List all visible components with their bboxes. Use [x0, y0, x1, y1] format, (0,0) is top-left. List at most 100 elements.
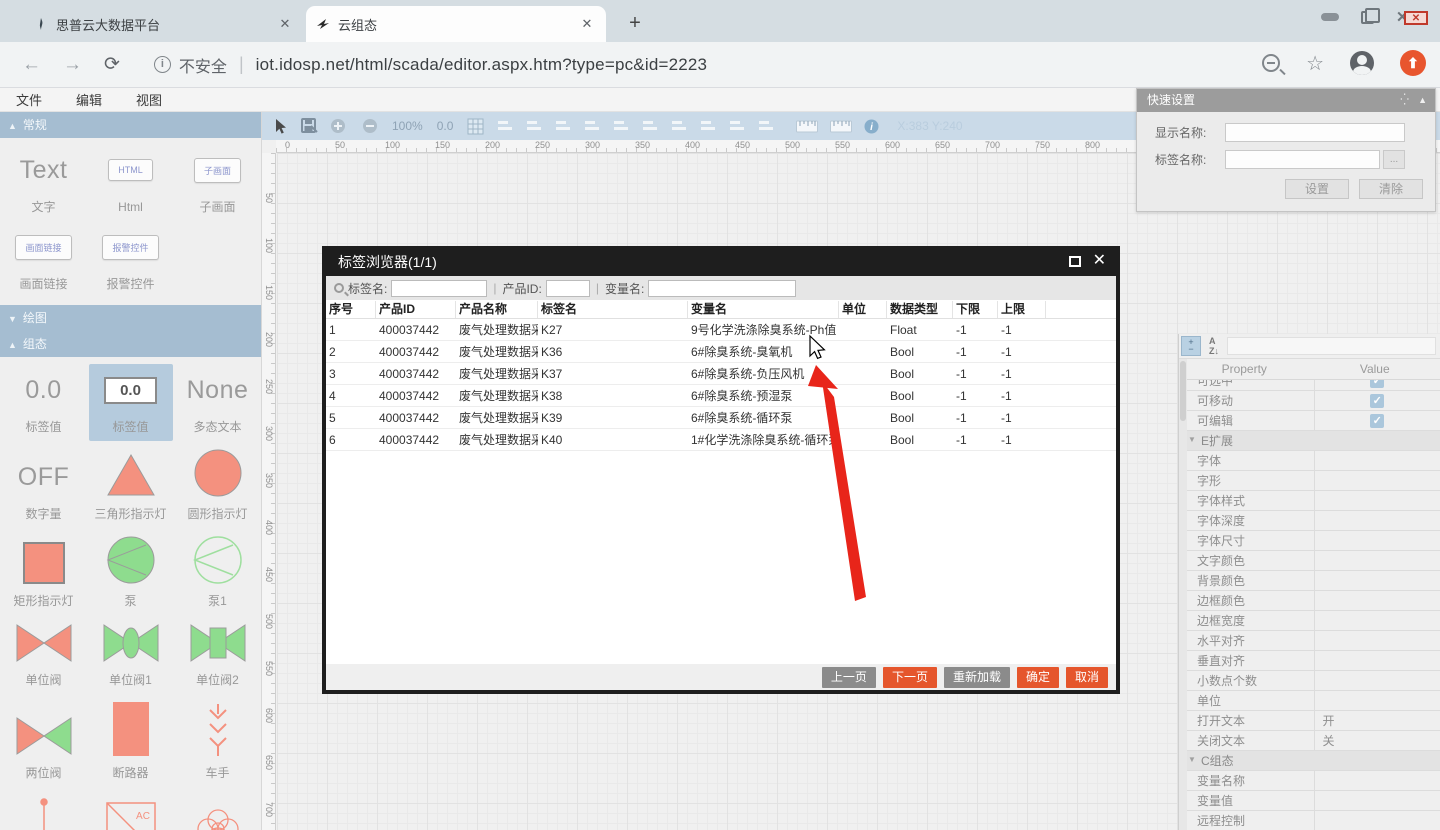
tag-name-input[interactable]: [391, 280, 487, 297]
palette-item-画面链接[interactable]: 画面链接画面链接: [2, 221, 86, 298]
table-row[interactable]: 1400037442废气处理数据采K279号化学洗涤除臭系统-Ph值Float-…: [326, 319, 1116, 341]
property-row-变量值[interactable]: 变量值: [1187, 791, 1440, 811]
zoom-out-icon[interactable]: [362, 118, 378, 134]
variable-name-input[interactable]: [648, 280, 796, 297]
tab-close-icon[interactable]: ✕: [276, 16, 294, 32]
property-row-可移动[interactable]: 可移动✓: [1187, 391, 1440, 411]
palette-item-圆形指示灯[interactable]: 圆形指示灯: [176, 443, 260, 528]
align-center-icon[interactable]: [584, 119, 600, 133]
property-value[interactable]: [1314, 611, 1440, 630]
palette-item-矩形指示灯[interactable]: 矩形指示灯: [2, 530, 86, 615]
checkbox-checked-icon[interactable]: ✓: [1370, 380, 1384, 388]
palette-item-报警控件[interactable]: 报警控件报警控件: [89, 221, 173, 298]
zoom-in-icon[interactable]: [330, 118, 346, 134]
property-value[interactable]: [1314, 551, 1440, 570]
property-row-单位[interactable]: 单位: [1187, 691, 1440, 711]
tag-name-input[interactable]: [1225, 150, 1380, 169]
page-info-icon[interactable]: i: [154, 56, 171, 73]
table-row[interactable]: 3400037442废气处理数据采K376#除臭系统-负压风机Bool-1-1: [326, 363, 1116, 385]
property-row-小数点个数[interactable]: 小数点个数: [1187, 671, 1440, 691]
property-value[interactable]: ✓: [1314, 411, 1440, 430]
dialog-button-下一页[interactable]: 下一页: [883, 667, 937, 688]
palette-item-断路器[interactable]: 断路器: [89, 696, 173, 787]
column-header[interactable]: 标签名: [538, 301, 688, 318]
property-row-可编辑[interactable]: 可编辑✓: [1187, 411, 1440, 431]
window-restore-button[interactable]: [1361, 11, 1374, 24]
new-tab-button[interactable]: +: [622, 10, 648, 36]
section-header-draw[interactable]: ▼绘图: [0, 305, 262, 331]
property-value[interactable]: [1314, 771, 1440, 790]
palette-item-泵1[interactable]: 泵1: [176, 530, 260, 615]
dock-icon[interactable]: ⁛: [1400, 89, 1408, 112]
table-row[interactable]: 6400037442废气处理数据采K401#化学洗涤除臭系统-循环泵Bool-1…: [326, 429, 1116, 451]
property-value[interactable]: 开: [1314, 711, 1440, 730]
column-header[interactable]: 序号: [326, 301, 376, 318]
checkbox-checked-icon[interactable]: ✓: [1370, 414, 1384, 428]
dialog-close-icon[interactable]: ✕: [1093, 254, 1106, 268]
column-header[interactable]: 产品ID: [376, 301, 456, 318]
checkbox-checked-icon[interactable]: ✓: [1370, 394, 1384, 408]
table-row[interactable]: 2400037442废气处理数据采K366#除臭系统-臭氧机Bool-1-1: [326, 341, 1116, 363]
dialog-button-确定[interactable]: 确定: [1017, 667, 1059, 688]
tab-dataplatform[interactable]: 思普云大数据平台 ✕: [24, 6, 304, 42]
ruler-v-icon[interactable]: [830, 120, 852, 133]
product-id-input[interactable]: [546, 280, 590, 297]
property-row-变量名称[interactable]: 变量名称: [1187, 771, 1440, 791]
url-text[interactable]: iot.idosp.net/html/scada/editor.aspx.htm…: [256, 55, 708, 75]
profile-avatar[interactable]: [1350, 51, 1374, 75]
property-value[interactable]: [1314, 451, 1440, 470]
column-header[interactable]: 下限: [953, 301, 998, 318]
property-value[interactable]: [1314, 671, 1440, 690]
property-value[interactable]: ✓: [1314, 380, 1440, 390]
save-icon[interactable]: [301, 118, 318, 134]
dialog-titlebar[interactable]: 标签浏览器(1/1) ✕: [326, 250, 1116, 276]
align-middle-icon[interactable]: [671, 119, 687, 133]
palette-item-逆变器[interactable]: ACDC逆变器: [89, 789, 173, 830]
tab-close-icon[interactable]: ✕: [578, 16, 596, 32]
palette-item-数字量[interactable]: OFF数字量: [2, 443, 86, 528]
palette-item-单位阀[interactable]: 单位阀: [2, 617, 86, 694]
dialog-button-重新加载[interactable]: 重新加载: [944, 667, 1010, 688]
set-button[interactable]: 设置: [1285, 179, 1349, 199]
window-minimize-button[interactable]: [1321, 13, 1339, 21]
info-icon[interactable]: i: [864, 119, 879, 134]
same-height-icon[interactable]: [758, 119, 774, 133]
tag-picker-button[interactable]: ...: [1383, 150, 1405, 169]
same-width-icon[interactable]: [729, 119, 745, 133]
property-row-边框宽度[interactable]: 边框宽度: [1187, 611, 1440, 631]
palette-item-两位阀[interactable]: 两位阀: [2, 696, 86, 787]
zoom-fit-icon[interactable]: [526, 119, 542, 133]
property-row-可选中[interactable]: 可选中✓: [1187, 380, 1440, 391]
quick-settings-header[interactable]: 快速设置 ⁛ ▲: [1137, 89, 1435, 112]
property-row-边框颜色[interactable]: 边框颜色: [1187, 591, 1440, 611]
ruler-h-icon[interactable]: [796, 120, 818, 133]
grid-toggle-icon[interactable]: [467, 118, 484, 135]
menu-item-2[interactable]: 视图: [136, 90, 162, 109]
table-row[interactable]: 5400037442废气处理数据采K396#除臭系统-循环泵Bool-1-1: [326, 407, 1116, 429]
property-scrollbar[interactable]: [1179, 359, 1187, 830]
dialog-button-取消[interactable]: 取消: [1066, 667, 1108, 688]
property-row-字体尺寸[interactable]: 字体尺寸: [1187, 531, 1440, 551]
bookmark-star-icon[interactable]: ☆: [1306, 51, 1324, 76]
browser-zoom-icon[interactable]: [1262, 54, 1280, 72]
palette-item-Html[interactable]: HTMLHtml: [89, 144, 173, 221]
palette-item-单位阀2[interactable]: 单位阀2: [176, 617, 260, 694]
property-value[interactable]: [1314, 471, 1440, 490]
property-value[interactable]: [1314, 791, 1440, 810]
clear-button[interactable]: 清除: [1359, 179, 1423, 199]
palette-item-标签值[interactable]: 0.0标签值: [89, 364, 173, 441]
align-bottom-icon[interactable]: [700, 119, 716, 133]
property-row-垂直对齐[interactable]: 垂直对齐: [1187, 651, 1440, 671]
align-left-icon[interactable]: [555, 119, 571, 133]
property-row-打开文本[interactable]: 打开文本开: [1187, 711, 1440, 731]
palette-item-泵[interactable]: 泵: [89, 530, 173, 615]
menu-item-1[interactable]: 编辑: [76, 90, 102, 109]
browser-update-icon[interactable]: ⬆: [1400, 50, 1426, 76]
property-category-C组态[interactable]: C组态: [1187, 751, 1440, 771]
palette-item-车手[interactable]: 车手: [176, 696, 260, 787]
property-row-水平对齐[interactable]: 水平对齐: [1187, 631, 1440, 651]
column-header[interactable]: 产品名称: [456, 301, 538, 318]
property-value[interactable]: [1314, 691, 1440, 710]
column-header[interactable]: 数据类型: [887, 301, 953, 318]
property-row-背景颜色[interactable]: 背景颜色: [1187, 571, 1440, 591]
